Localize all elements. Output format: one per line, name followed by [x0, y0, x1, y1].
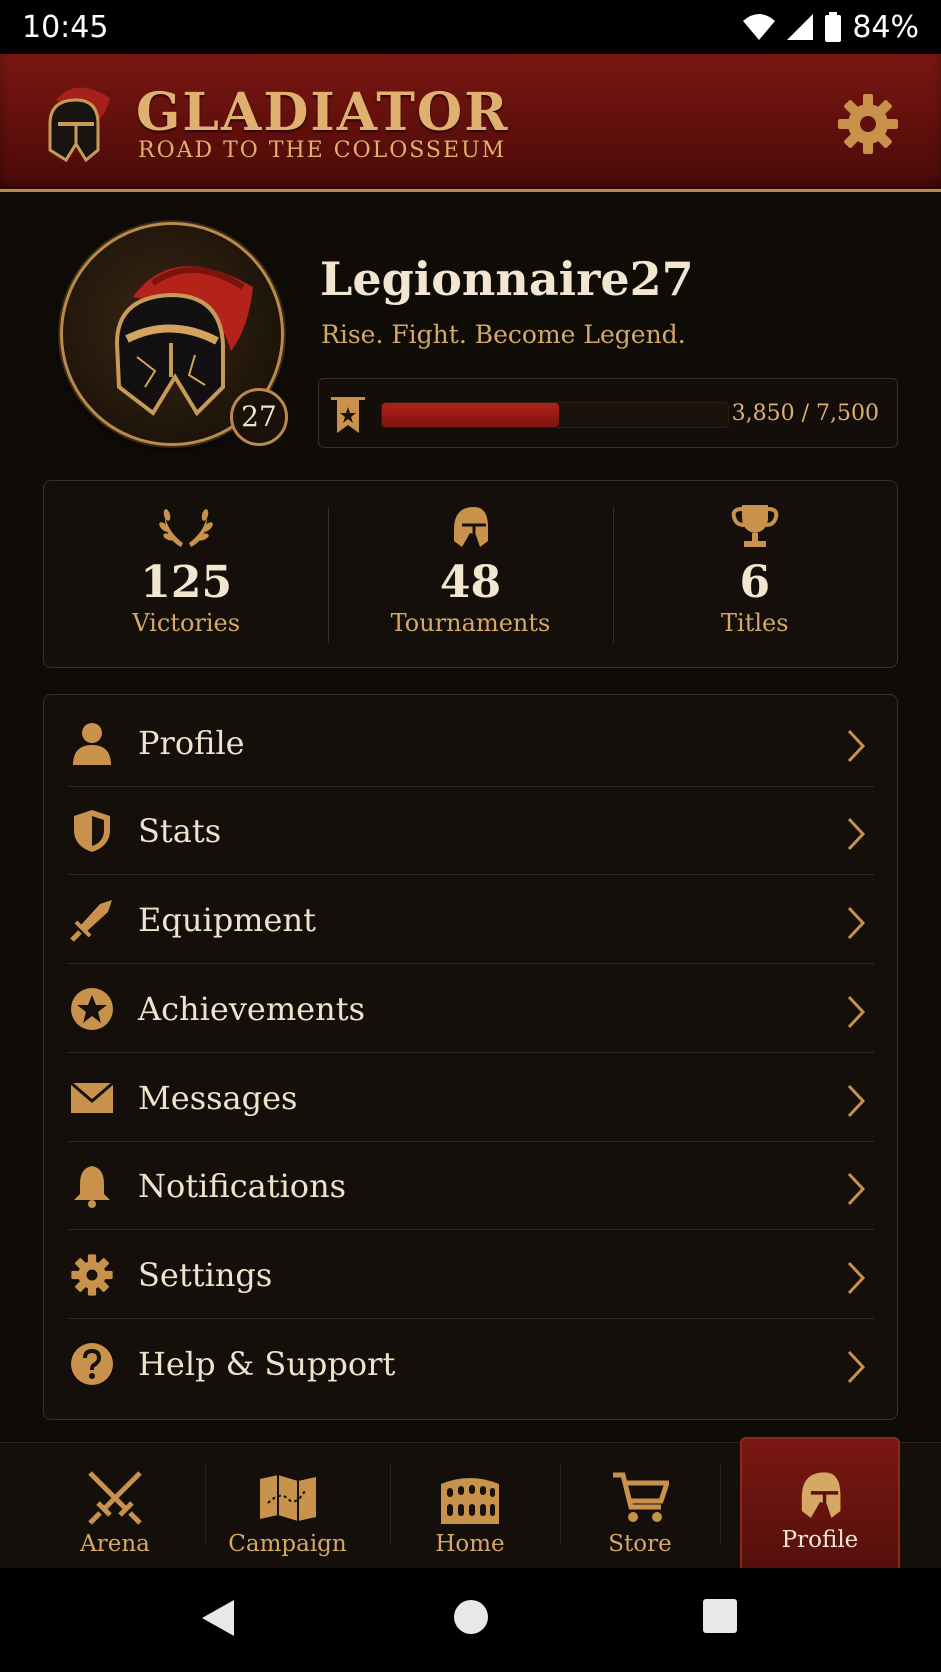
chevron-right-icon: [847, 817, 866, 851]
helmet-icon: [801, 1472, 841, 1518]
laurel-icon: [159, 509, 213, 547]
shield-icon: [74, 809, 110, 852]
person-icon: [73, 722, 111, 765]
battery-icon: [825, 12, 842, 42]
stat-value: 6: [739, 557, 771, 608]
back-icon[interactable]: [200, 1598, 236, 1638]
home-circle-icon[interactable]: [452, 1598, 490, 1636]
nav-item-campaign[interactable]: Campaign: [210, 1443, 365, 1569]
chevron-right-icon: [847, 1350, 866, 1384]
crossed-swords-icon: [88, 1471, 142, 1525]
app-header: GLADIATOR ROAD TO THE COLOSSEUM: [0, 54, 941, 192]
stat-victories: 125 Victories: [44, 481, 328, 667]
menu-item-label: Achievements: [138, 989, 365, 1028]
status-time: 10:45: [22, 9, 109, 45]
stat-value: 48: [439, 557, 502, 608]
bell-icon: [74, 1165, 110, 1208]
wifi-icon: [743, 14, 776, 40]
stat-tournaments: 48 Tournaments: [328, 481, 612, 667]
nav-divider: [720, 1465, 721, 1545]
status-icons: 84%: [742, 10, 919, 45]
app-title: GLADIATOR: [136, 82, 510, 143]
envelope-icon: [70, 1081, 114, 1113]
cart-icon: [613, 1472, 669, 1522]
nav-divider: [560, 1465, 561, 1545]
helmet-icon: [454, 507, 489, 547]
logo-helmet-icon: [48, 87, 110, 163]
chevron-right-icon: [847, 1172, 866, 1206]
level-badge: 27: [230, 388, 288, 446]
sword-icon: [70, 899, 112, 942]
chevron-right-icon: [847, 995, 866, 1029]
map-icon: [259, 1475, 316, 1521]
username: Legionnaire27: [320, 252, 694, 306]
nav-label: Profile: [781, 1527, 859, 1553]
stats-summary: 125 Victories 48 Tournaments 6 Titles: [43, 480, 898, 668]
nav-label: Campaign: [228, 1531, 347, 1557]
nav-item-home[interactable]: Home: [395, 1443, 545, 1569]
menu-list: Profile Stats Equipment Achievements Mes…: [43, 694, 898, 1420]
xp-progress-box: 3,850 / 7,500: [318, 378, 898, 448]
bottom-navigation: Arena Campaign Home Store Profile: [0, 1437, 941, 1569]
menu-item-achievements[interactable]: Achievements: [68, 965, 874, 1053]
menu-item-label: Messages: [138, 1078, 298, 1117]
xp-bar-fill: [382, 403, 560, 427]
menu-item-help[interactable]: Help & Support: [68, 1320, 874, 1408]
menu-item-settings[interactable]: Settings: [68, 1231, 874, 1319]
chevron-right-icon: [847, 729, 866, 763]
colosseum-icon: [441, 1478, 499, 1524]
chevron-right-icon: [847, 1084, 866, 1118]
menu-item-label: Profile: [138, 723, 245, 762]
nav-divider: [390, 1465, 391, 1545]
menu-item-label: Stats: [138, 811, 222, 850]
settings-gear-icon[interactable]: [836, 92, 900, 156]
nav-divider: [205, 1465, 206, 1545]
stat-titles: 6 Titles: [612, 481, 897, 667]
stat-label: Victories: [132, 609, 241, 638]
menu-item-stats[interactable]: Stats: [68, 787, 874, 875]
stat-label: Titles: [721, 609, 789, 638]
nav-label: Arena: [80, 1531, 150, 1557]
menu-item-profile[interactable]: Profile: [68, 699, 874, 787]
chevron-right-icon: [847, 906, 866, 940]
menu-item-label: Notifications: [138, 1166, 347, 1205]
trophy-icon: [731, 505, 779, 547]
signal-icon: [787, 14, 814, 40]
tagline: Rise. Fight. Become Legend.: [321, 320, 686, 349]
nav-item-profile[interactable]: Profile: [740, 1437, 900, 1569]
chevron-right-icon: [847, 1261, 866, 1295]
battery-percent: 84%: [852, 9, 919, 45]
menu-item-label: Equipment: [138, 900, 316, 939]
menu-item-equipment[interactable]: Equipment: [68, 876, 874, 964]
system-navigation-bar: [0, 1568, 941, 1672]
menu-item-label: Settings: [138, 1255, 273, 1294]
star-badge-icon: [71, 987, 113, 1030]
nav-label: Home: [435, 1531, 505, 1557]
stat-label: Tournaments: [390, 609, 551, 638]
status-bar: 10:45 84%: [0, 0, 941, 54]
help-icon: [71, 1343, 113, 1385]
recents-square-icon[interactable]: [702, 1598, 738, 1634]
nav-item-arena[interactable]: Arena: [40, 1443, 190, 1569]
menu-item-label: Help & Support: [138, 1345, 396, 1383]
nav-item-store[interactable]: Store: [565, 1443, 715, 1569]
app-subtitle: ROAD TO THE COLOSSEUM: [138, 138, 507, 163]
xp-text: 3,850 / 7,500: [731, 401, 879, 426]
xp-bar: [381, 402, 729, 428]
banner-icon: [331, 397, 365, 433]
gear-icon: [71, 1253, 113, 1296]
nav-label: Store: [608, 1531, 672, 1557]
menu-item-messages[interactable]: Messages: [68, 1054, 874, 1142]
stat-value: 125: [140, 557, 233, 608]
menu-item-notifications[interactable]: Notifications: [68, 1142, 874, 1230]
